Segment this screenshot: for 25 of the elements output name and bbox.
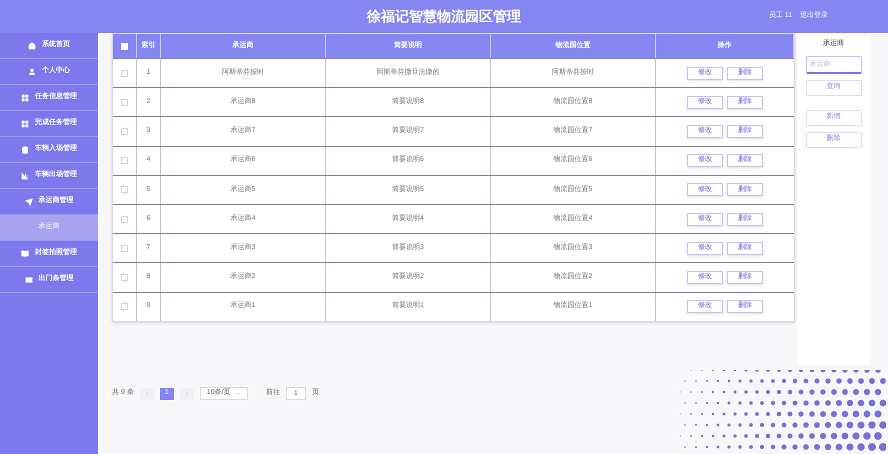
chevron-left-icon [144,390,150,396]
next-page-button[interactable] [180,388,194,400]
row-checkbox[interactable] [121,274,128,281]
chevron-down-icon [234,390,241,396]
send-icon [24,198,32,206]
row-checkbox[interactable] [121,98,128,106]
select-all-checkbox[interactable] [121,42,128,50]
user-icon [28,68,36,76]
home-icon [28,42,36,50]
chevron-right-icon [184,390,190,396]
book-icon [21,250,29,258]
row-checkbox[interactable] [121,70,128,77]
grid-icon [21,94,29,102]
row-checkbox[interactable] [121,244,128,252]
row-checkbox[interactable] [121,303,128,310]
app-title: 徐福记智慧物流园区管理 [366,7,522,26]
prev-page-button[interactable] [140,388,154,400]
clipboard-icon [21,146,29,154]
row-checkbox[interactable] [121,186,128,194]
grid-icon [21,120,29,128]
ticket-icon [24,276,32,284]
row-checkbox[interactable] [121,216,128,223]
row-checkbox[interactable] [121,157,128,164]
bar-chart-icon [21,172,29,180]
row-checkbox[interactable] [121,128,128,135]
